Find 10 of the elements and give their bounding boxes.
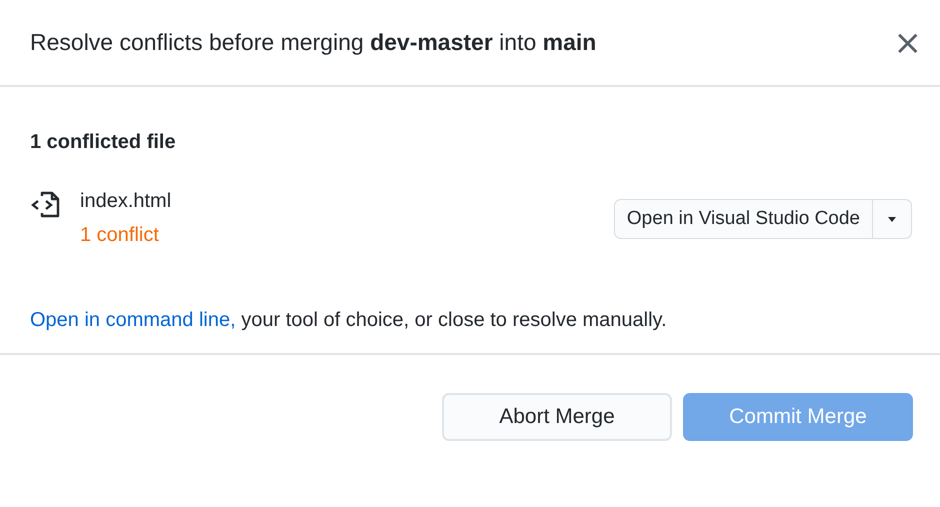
abort-merge-button[interactable]: Abort Merge — [442, 393, 672, 441]
code-file-icon — [30, 191, 62, 219]
conflict-count: 1 conflict — [80, 224, 160, 247]
dialog-title: Resolve conflicts before merging dev-master into main — [30, 29, 596, 56]
command-line-link[interactable]: Open in command line, — [30, 309, 236, 331]
close-button[interactable]: × — [888, 26, 928, 60]
open-in-editor-button[interactable]: Open in Visual Studio Code — [614, 199, 912, 239]
help-text: Open in command line, your tool of choice, or close to resolve manually. — [30, 309, 668, 332]
file-name: index.html — [80, 190, 172, 213]
section-heading: 1 conflicted file — [30, 131, 177, 154]
